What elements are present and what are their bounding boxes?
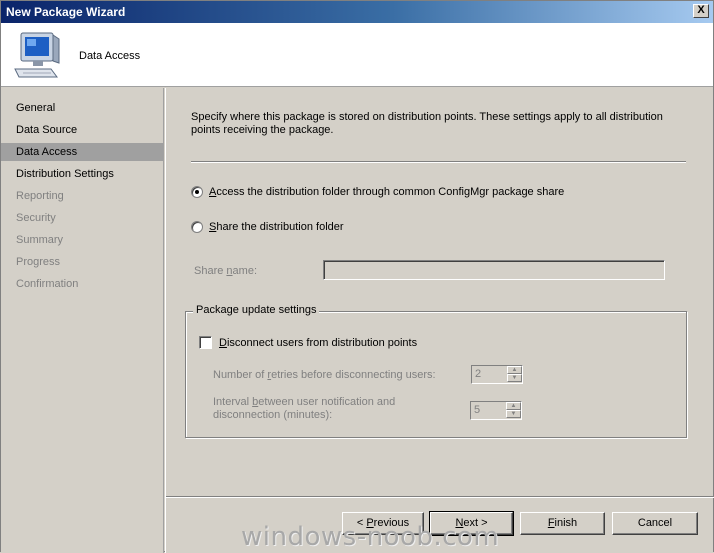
spin-up-icon: ▲: [506, 402, 521, 410]
sidebar-item-confirmation: Confirmation: [16, 278, 79, 290]
package-update-settings-group: Package update settings Disconnect users…: [185, 304, 687, 438]
disconnect-users-checkbox[interactable]: [199, 336, 212, 349]
sidebar-item-progress: Progress: [16, 256, 61, 268]
retries-value: 2: [475, 368, 482, 380]
wizard-window: New Package Wizard X Data Access General…: [0, 0, 714, 553]
spin-down-icon: ▼: [507, 374, 522, 382]
sidebar-item-summary: Summary: [16, 234, 64, 246]
share-name-label: Share name:: [194, 265, 258, 277]
wizard-header: Data Access: [1, 23, 713, 87]
sidebar-item-data-access[interactable]: Data Access: [1, 143, 163, 161]
radio-share-distribution-folder[interactable]: Share the distribution folder: [191, 219, 344, 235]
sidebar-item-data-source[interactable]: Data Source: [1, 121, 163, 139]
interval-value: 5: [474, 404, 481, 416]
radio-common-package-share-label[interactable]: Access the distribution folder through c…: [209, 186, 564, 198]
radio-button-unchecked[interactable]: [191, 221, 203, 233]
cancel-button[interactable]: Cancel: [612, 512, 698, 535]
disconnect-users-label[interactable]: Disconnect users from distribution point…: [219, 337, 417, 349]
share-name-input: [323, 260, 665, 280]
interval-spinner: 5 ▲ ▼: [470, 401, 522, 420]
page-description: Specify where this package is stored on …: [191, 111, 663, 136]
wizard-content: Specify where this package is stored on …: [165, 88, 714, 553]
disconnect-users-checkbox-row[interactable]: Disconnect users from distribution point…: [199, 336, 417, 349]
sidebar-item-reporting: Reporting: [16, 190, 64, 202]
separator: [191, 161, 686, 163]
radio-button-checked[interactable]: [191, 186, 203, 198]
page-title: Data Access: [79, 50, 141, 62]
retries-label: Number of retries before disconnecting u…: [213, 369, 436, 381]
wizard-steps-sidebar: General Data Source Data Access Distribu…: [1, 88, 164, 553]
title-bar[interactable]: New Package Wizard X: [1, 1, 713, 23]
spin-up-icon: ▲: [507, 366, 522, 374]
spin-down-icon: ▼: [506, 410, 521, 418]
radio-common-package-share[interactable]: Access the distribution folder through c…: [191, 184, 564, 200]
retries-spinner: 2 ▲ ▼: [471, 365, 523, 384]
radio-share-distribution-folder-label[interactable]: Share the distribution folder: [209, 221, 344, 233]
interval-label: Interval between user notification and di…: [213, 396, 396, 421]
computer-icon: [14, 32, 60, 78]
sidebar-item-security: Security: [16, 212, 56, 224]
close-button[interactable]: X: [693, 4, 709, 18]
window-title: New Package Wizard: [6, 5, 126, 19]
finish-button[interactable]: Finish: [520, 512, 605, 535]
sidebar-item-general[interactable]: General: [1, 99, 163, 117]
watermark: windows-noob.com: [241, 522, 500, 552]
group-title: Package update settings: [193, 304, 320, 316]
sidebar-item-distribution-settings[interactable]: Distribution Settings: [1, 165, 163, 183]
footer-separator: [166, 496, 714, 498]
